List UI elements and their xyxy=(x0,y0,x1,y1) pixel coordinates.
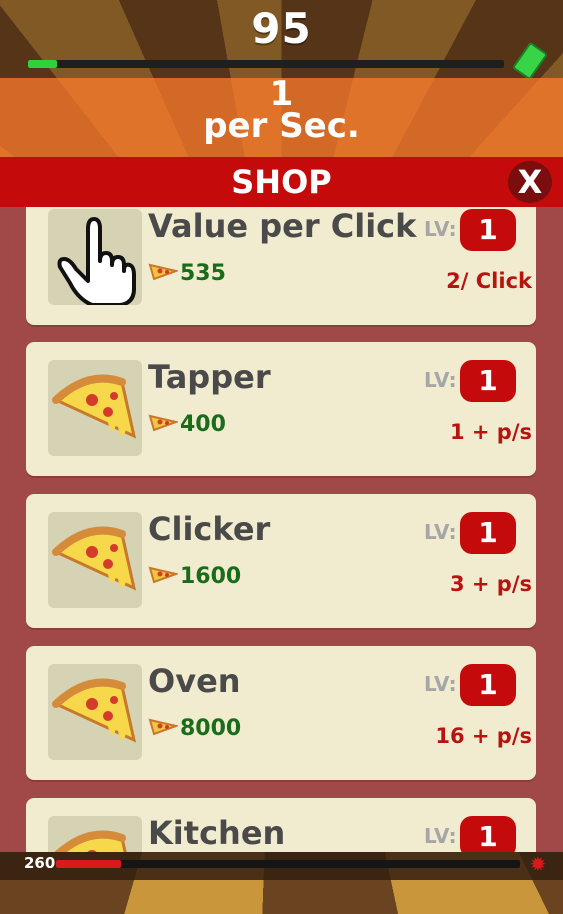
item-cost: 400 xyxy=(148,410,226,438)
shop-item-kitchen[interactable]: Kitchen LV: 1 xyxy=(26,798,536,852)
score-bar: 95 xyxy=(0,0,563,81)
item-effect: 2/ Click xyxy=(446,269,532,293)
level-badge[interactable]: 1 xyxy=(460,360,516,402)
item-cost: 8000 xyxy=(148,714,241,742)
level-badge[interactable]: 1 xyxy=(460,664,516,706)
item-cost-value: 535 xyxy=(180,260,226,286)
item-cost-value: 8000 xyxy=(180,715,242,741)
level-label: LV: xyxy=(424,824,457,848)
item-name: Tapper xyxy=(148,358,271,396)
bottom-value: 260 xyxy=(24,854,56,872)
close-button[interactable]: X xyxy=(508,161,552,203)
pizza-slice-icon xyxy=(48,664,142,760)
shop-list[interactable]: Value per Click 535 LV: 1 2/ Click Tappe… xyxy=(0,207,563,852)
pizza-slice-icon xyxy=(48,360,142,456)
item-name: Value per Click xyxy=(148,207,417,245)
pizza-slice-icon xyxy=(48,816,142,852)
score-progress-fill xyxy=(28,60,57,68)
item-cost: 535 xyxy=(148,259,226,287)
pizza-coin-icon xyxy=(148,259,180,287)
item-effect: 3 + p/s xyxy=(449,572,532,596)
splat-icon: ✹ xyxy=(529,852,547,876)
shop-header: SHOP X xyxy=(0,157,563,207)
shop-item-clicker[interactable]: Clicker 1600 LV: 1 3 + p/s xyxy=(26,494,536,628)
bottom-progress-fill xyxy=(56,860,121,868)
item-name: Oven xyxy=(148,662,241,700)
item-name: Kitchen xyxy=(148,814,286,852)
item-effect: 1 + p/s xyxy=(449,420,532,444)
level-badge[interactable]: 1 xyxy=(460,512,516,554)
score-progress-bar xyxy=(28,60,504,68)
shop-item-oven[interactable]: Oven 8000 LV: 1 16 + p/s xyxy=(26,646,536,780)
pointer-hand-icon xyxy=(48,209,142,305)
item-cost-value: 400 xyxy=(180,411,226,437)
level-badge[interactable]: 1 xyxy=(460,816,516,852)
shop-item-tapper[interactable]: Tapper 400 LV: 1 1 + p/s xyxy=(26,342,536,476)
shop-item-value-per-click[interactable]: Value per Click 535 LV: 1 2/ Click xyxy=(26,207,536,325)
level-badge[interactable]: 1 xyxy=(460,209,516,251)
item-effect: 16 + p/s xyxy=(435,724,532,748)
rate-label: per Sec. xyxy=(203,106,360,146)
level-label: LV: xyxy=(424,368,457,392)
bottom-bar: 260 ✹ xyxy=(0,852,563,880)
item-cost-value: 1600 xyxy=(180,563,242,589)
level-label: LV: xyxy=(424,672,457,696)
level-label: LV: xyxy=(424,217,457,241)
shop-title: SHOP xyxy=(231,163,332,201)
score-value: 95 xyxy=(251,4,312,53)
item-name: Clicker xyxy=(148,510,271,548)
pizza-coin-icon xyxy=(148,410,180,438)
pizza-coin-icon xyxy=(148,562,180,590)
pizza-slice-icon xyxy=(48,512,142,608)
bottom-progress-bar xyxy=(56,860,520,868)
level-label: LV: xyxy=(424,520,457,544)
item-cost: 1600 xyxy=(148,562,241,590)
pizza-coin-icon xyxy=(148,714,180,742)
